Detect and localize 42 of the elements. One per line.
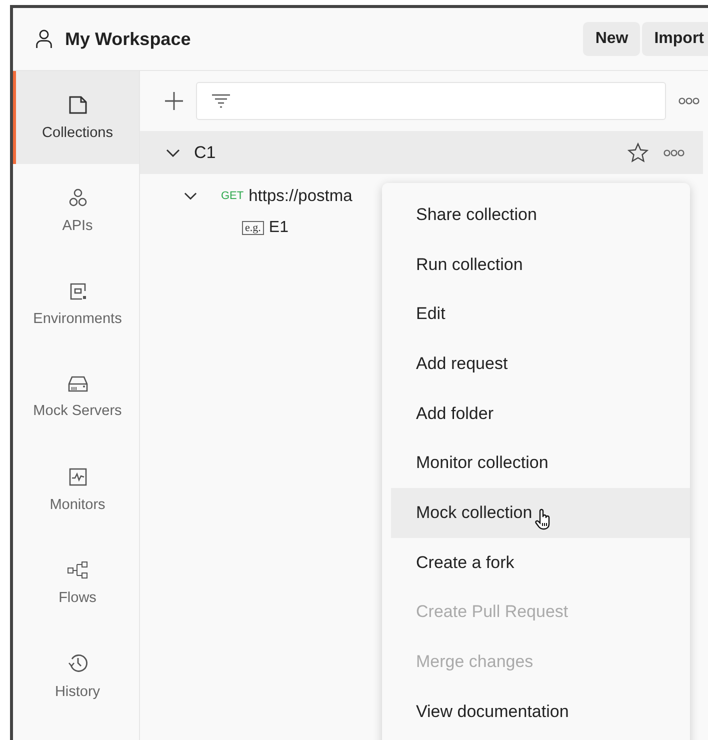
user-icon [35, 29, 53, 49]
star-icon[interactable] [627, 142, 649, 164]
chevron-icon[interactable] [184, 192, 197, 200]
menu-item[interactable]: Edit [391, 289, 690, 340]
filter-icon [211, 93, 231, 109]
request-name[interactable]: https://postma [248, 186, 352, 206]
filter-field[interactable] [196, 82, 666, 120]
history-icon [66, 652, 88, 674]
menu-item[interactable]: Add folder [391, 388, 690, 438]
menu-item[interactable]: Monitor collection [391, 438, 690, 488]
chevron-icon[interactable] [166, 148, 180, 156]
example-badge: e.g. [242, 221, 264, 235]
menu-item[interactable]: Run collection [391, 240, 690, 290]
server-icon [66, 374, 88, 392]
workspace-title: My Workspace [65, 28, 191, 50]
menu-item[interactable]: Share collection [391, 190, 690, 240]
circles-icon [68, 188, 88, 208]
sidebar-tab[interactable]: APIs [13, 164, 139, 257]
sidebar-tab[interactable]: Flows [13, 536, 139, 629]
hand-cursor-icon [534, 508, 552, 530]
header-button[interactable]: Import [642, 22, 708, 56]
collection-row[interactable]: C1 [140, 131, 703, 174]
sidebar-tab[interactable]: Environments [13, 257, 139, 350]
method-label: GET [221, 190, 244, 202]
sidebar-tab[interactable]: Mock Servers [13, 350, 139, 443]
example-name[interactable]: E1 [268, 219, 288, 237]
flow-icon [66, 560, 88, 580]
sidebar-tab[interactable]: Collections [13, 71, 139, 164]
menu-item[interactable]: Add request [391, 339, 690, 389]
environment-icon [68, 280, 88, 300]
collection-name: C1 [194, 142, 216, 162]
menu-item[interactable]: Mock collection [391, 488, 690, 538]
header-button[interactable]: New [583, 22, 640, 56]
sidebar-tab[interactable]: Monitors [13, 443, 139, 536]
menu-item[interactable]: View documentation [391, 686, 690, 737]
folder-icon [68, 94, 88, 114]
more-icon[interactable] [678, 97, 700, 105]
more-icon[interactable] [663, 148, 685, 156]
menu-item[interactable]: Create a fork [391, 538, 690, 588]
add-icon[interactable] [164, 91, 184, 111]
sidebar-tab[interactable]: History [13, 629, 139, 722]
monitor-icon [68, 466, 88, 486]
